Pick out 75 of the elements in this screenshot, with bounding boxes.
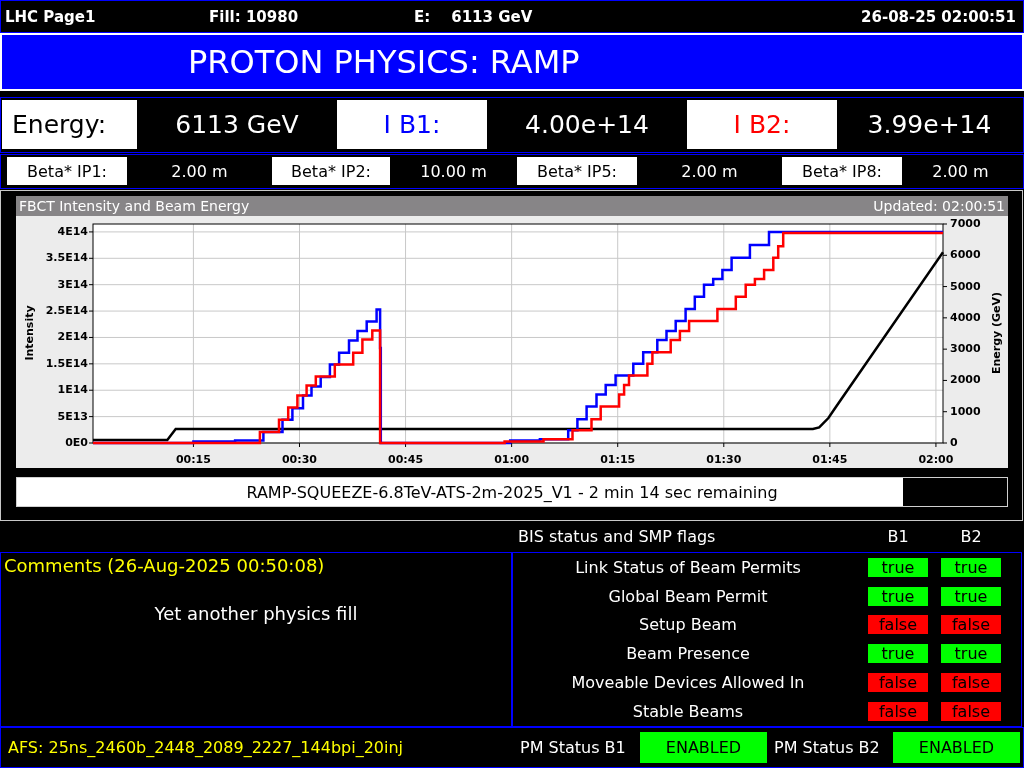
page-title: LHC Page1 — [5, 7, 96, 26]
tick-label: 4000 — [950, 310, 981, 324]
tick-label: 5000 — [950, 279, 981, 293]
tick-label: 3E14 — [57, 277, 88, 291]
tick-label: 3.5E14 — [45, 251, 88, 265]
tick-label: 0 — [950, 436, 958, 449]
status-flag: true — [868, 557, 928, 577]
tick-label: 5E13 — [57, 409, 88, 423]
flag-name: Link Status of Beam Permits — [575, 557, 801, 577]
status-flag: true — [941, 644, 1001, 664]
status-flag: true — [868, 644, 928, 664]
beta-label: Beta* IP2: — [272, 157, 390, 185]
status-flag: true — [941, 586, 1001, 606]
beta-value: 2.00 m — [931, 160, 990, 183]
status-flag: true — [868, 586, 928, 606]
pm-status: ENABLED — [640, 732, 767, 763]
beta-label: Beta* IP8: — [782, 157, 902, 185]
tick-label: 2.5E14 — [45, 304, 88, 318]
status-flag: false — [941, 701, 1001, 721]
timestamp: 26-08-25 02:00:51 — [861, 7, 1016, 26]
tick-label: 1000 — [950, 404, 981, 418]
tick-label: 01:00 — [494, 453, 530, 466]
tick-label: 00:15 — [175, 453, 211, 466]
tick-label: 02:00 — [918, 453, 954, 466]
energy-value: 6113 GeV — [451, 7, 533, 26]
summary-label: I B2: — [687, 100, 837, 149]
status-flag: false — [941, 615, 1001, 635]
tick-label: 1E14 — [57, 383, 88, 397]
flag-name: Beam Presence — [626, 644, 750, 664]
pm-status: ENABLED — [893, 732, 1020, 763]
chart-title: FBCT Intensity and Beam Energy — [19, 198, 250, 214]
axis-title: Energy (GeV) — [990, 291, 1003, 375]
flag-name: Moveable Devices Allowed In — [571, 673, 805, 693]
tick-label: 01:45 — [812, 453, 848, 466]
tick-label: 2000 — [950, 373, 981, 387]
beta-value: 2.00 m — [170, 160, 229, 183]
progress-label: RAMP-SQUEEZE-6.8TeV-ATS-2m-2025_V1 - 2 min 14 sec remaining — [246, 482, 778, 502]
section-title: BIS status and SMP flags — [518, 527, 716, 546]
tick-label: 01:15 — [600, 453, 636, 466]
flag-name: Stable Beams — [632, 701, 744, 721]
comments-title: Comments (26-Aug-2025 00:50:08) — [4, 555, 325, 576]
tick-label: 0E0 — [65, 436, 88, 449]
tick-label: 01:30 — [706, 453, 742, 466]
status-flag: true — [941, 557, 1001, 577]
energy-label: E: — [414, 7, 431, 26]
pm-label: PM Status B2 — [774, 738, 881, 757]
pm-label: PM Status B1 — [520, 738, 627, 757]
status-flag: false — [868, 701, 928, 721]
update-time: Updated: 02:00:51 — [873, 198, 1005, 214]
fill-number: Fill: 10980 — [209, 7, 299, 26]
tick-label: 6000 — [950, 248, 981, 262]
column-header: B1 — [887, 527, 909, 546]
tick-label: 3000 — [950, 342, 981, 356]
status-flag: false — [941, 673, 1001, 693]
summary-label: I B1: — [337, 100, 487, 149]
tick-label: 00:30 — [282, 453, 317, 466]
beta-value: 10.00 m — [419, 160, 488, 183]
beta-value: 2.00 m — [680, 160, 739, 183]
tick-label: 1.5E14 — [45, 356, 88, 370]
status-flag: false — [868, 673, 928, 693]
afs-text: AFS: 25ns_2460b_2448_2089_2227_144bpi_20inj — [8, 738, 404, 757]
status-flag: false — [868, 615, 928, 635]
summary-label: Energy: — [2, 100, 137, 149]
tick-label: 2E14 — [57, 330, 88, 344]
mode-banner: PROTON PHYSICS: RAMP — [0, 33, 1024, 91]
beta-label: Beta* IP1: — [7, 157, 127, 185]
beta-label: Beta* IP5: — [517, 157, 637, 185]
tick-label: 4E14 — [57, 224, 88, 238]
column-header: B2 — [960, 527, 982, 546]
tick-label: 7000 — [950, 217, 981, 230]
flag-name: Setup Beam — [639, 615, 737, 635]
tick-label: 00:45 — [388, 453, 424, 466]
comment-text: Yet another physics fill — [154, 603, 358, 624]
axis-title: Intensity — [23, 305, 36, 361]
flag-name: Global Beam Permit — [608, 586, 768, 606]
